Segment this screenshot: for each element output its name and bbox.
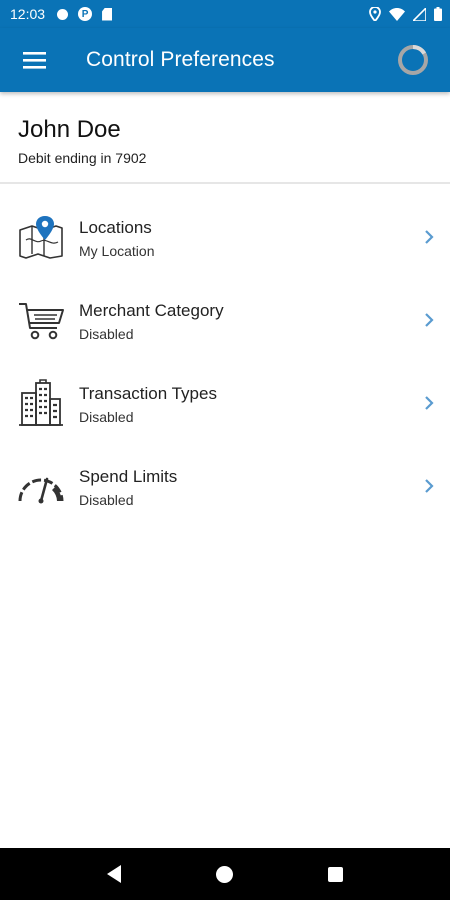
back-icon[interactable] bbox=[107, 865, 122, 883]
chevron-right-icon bbox=[425, 229, 434, 244]
status-left-icons: P bbox=[57, 7, 113, 21]
chevron-right-icon bbox=[425, 312, 434, 327]
controls-list: Locations My Location Merchant Category … bbox=[0, 195, 450, 527]
hamburger-menu-icon bbox=[23, 52, 46, 69]
control-label: Transaction Types bbox=[79, 383, 217, 403]
signal-icon bbox=[413, 7, 426, 21]
menu-button[interactable] bbox=[0, 28, 70, 92]
buildings-icon bbox=[0, 373, 79, 433]
control-item-locations[interactable]: Locations My Location bbox=[0, 195, 450, 278]
status-right-icons bbox=[369, 7, 442, 21]
notification-dot-icon bbox=[57, 8, 69, 20]
chevron-right-icon bbox=[425, 478, 434, 493]
user-name: John Doe bbox=[18, 116, 121, 143]
home-icon[interactable] bbox=[215, 865, 233, 883]
p-app-icon: P bbox=[78, 7, 93, 21]
control-item-spend-limits[interactable]: Spend Limits Disabled bbox=[0, 444, 450, 527]
recent-apps-icon[interactable] bbox=[327, 866, 343, 882]
control-label: Locations bbox=[79, 217, 152, 237]
map-pin-icon bbox=[0, 207, 79, 267]
shopping-cart-icon bbox=[0, 290, 79, 350]
app-bar: Control Preferences bbox=[0, 28, 450, 92]
control-label: Merchant Category bbox=[79, 300, 224, 320]
user-header: John Doe Debit ending in 7902 bbox=[0, 92, 450, 184]
location-icon bbox=[369, 7, 381, 21]
chevron-right-icon bbox=[425, 395, 434, 410]
control-status: Disabled bbox=[79, 325, 134, 342]
card-description: Debit ending in 7902 bbox=[18, 150, 147, 166]
control-status: Disabled bbox=[79, 408, 134, 425]
control-item-transaction-types[interactable]: Transaction Types Disabled bbox=[0, 361, 450, 444]
control-item-merchant-category[interactable]: Merchant Category Disabled bbox=[0, 278, 450, 361]
loading-spinner-icon bbox=[398, 44, 428, 75]
page-title: Control Preferences bbox=[86, 48, 275, 71]
system-nav-bar bbox=[0, 848, 450, 900]
sd-card-icon bbox=[102, 7, 113, 21]
status-bar: 12:03 P bbox=[0, 0, 450, 28]
control-status: My Location bbox=[79, 242, 155, 259]
speedometer-icon bbox=[0, 456, 79, 516]
control-label: Spend Limits bbox=[79, 466, 178, 486]
status-time: 12:03 bbox=[10, 6, 46, 22]
control-status: Disabled bbox=[79, 491, 134, 508]
wifi-icon bbox=[389, 7, 405, 21]
battery-icon bbox=[434, 7, 442, 21]
